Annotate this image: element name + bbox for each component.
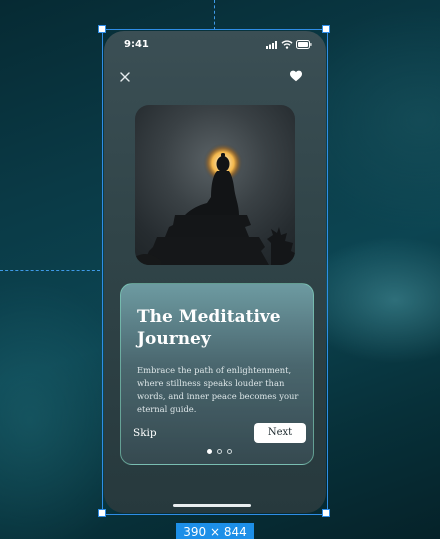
- page-indicator: [207, 449, 232, 454]
- vertical-guide-line: [214, 0, 215, 30]
- resize-handle-bottom-left[interactable]: [98, 509, 106, 517]
- horizontal-guide-line: [0, 270, 100, 271]
- resize-handle-top-left[interactable]: [98, 25, 106, 33]
- battery-icon: [296, 40, 312, 49]
- status-bar: 9:41: [104, 31, 326, 59]
- heart-icon[interactable]: [289, 69, 303, 83]
- next-button[interactable]: Next: [254, 423, 306, 443]
- page-dot-active[interactable]: [207, 449, 212, 454]
- onboarding-title: The Meditative Journey: [137, 307, 281, 349]
- close-icon[interactable]: [118, 70, 132, 84]
- phone-frame[interactable]: 9:41 The Meditative Journey Embrace the …: [104, 31, 326, 513]
- signal-icon: [266, 41, 277, 49]
- meditation-image: [135, 105, 295, 265]
- buddha-silhouette: [135, 143, 295, 265]
- onboarding-description: Embrace the path of enlightenment, where…: [137, 365, 299, 414]
- page-dot[interactable]: [217, 449, 222, 454]
- onboarding-card: The Meditative Journey Embrace the path …: [120, 283, 314, 465]
- status-time: 9:41: [124, 39, 149, 50]
- resize-handle-bottom-right[interactable]: [322, 509, 330, 517]
- skip-button[interactable]: Skip: [133, 427, 157, 439]
- wifi-icon: [281, 40, 293, 49]
- frame-size-badge: 390 × 844: [176, 523, 254, 539]
- home-indicator[interactable]: [173, 504, 251, 507]
- page-dot[interactable]: [227, 449, 232, 454]
- resize-handle-top-right[interactable]: [322, 25, 330, 33]
